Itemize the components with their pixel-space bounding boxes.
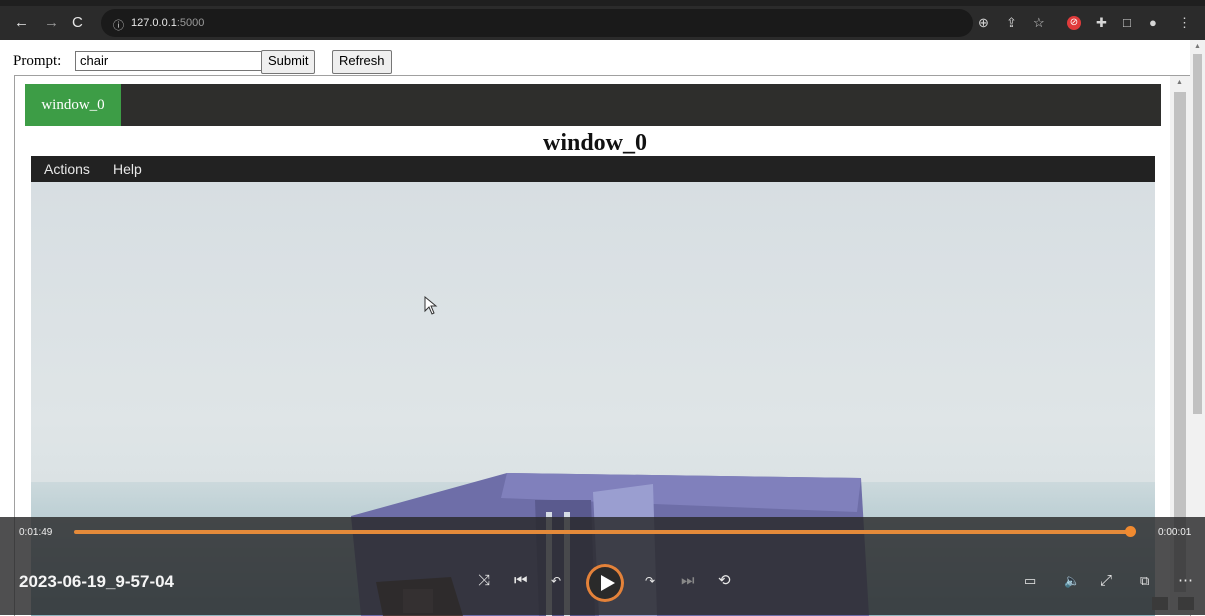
mouse-cursor-icon [424,296,438,315]
more-options-icon[interactable]: ⋯ [1178,572,1193,590]
remaining-time: 0:00:01 [1158,527,1192,538]
zoom-icon[interactable]: ⊕ [978,16,989,30]
media-file-name: 2023-06-19_9-57-04 [19,572,175,591]
reload-icon[interactable]: C [72,14,83,32]
seek-handle[interactable] [1125,526,1136,537]
forward-30-icon[interactable]: ↷ [645,572,655,590]
page-scroll-thumb[interactable] [1193,54,1202,414]
elapsed-time: 0:01:49 [19,527,53,538]
back-icon[interactable]: ← [14,14,29,32]
app-menubar: Actions Help [31,156,1155,182]
menu-actions[interactable]: Actions [44,161,90,177]
repeat-off-icon[interactable]: ⟲ [718,572,731,590]
pause-mini-icon [1152,597,1168,610]
fullscreen-icon[interactable]: ⤢ [1100,572,1112,590]
browser-toolbar: ← → C ⓘ 127.0.0.1:5000 ⊕ ⇪ ☆ ⊘ ✚ □ ● ⋮ [0,6,1205,40]
browser-menu-icon[interactable]: ⋮ [1178,16,1191,30]
info-icon[interactable]: ⓘ [113,17,124,33]
window-title: window_0 [542,130,648,156]
window-tab-strip: window_0 [25,84,1161,126]
menu-help[interactable]: Help [113,161,142,177]
forward-icon[interactable]: → [44,14,59,32]
tab-window-0[interactable]: window_0 [25,84,121,126]
play-button[interactable] [586,564,624,602]
volume-icon[interactable]: 🔈 [1064,572,1080,590]
address-bar[interactable] [101,9,973,37]
prompt-label: Prompt: [13,53,62,69]
rewind-10-icon[interactable]: ↶ [551,572,561,590]
page-scroll-up-arrow-icon[interactable]: ▲ [1194,43,1201,50]
extensions-puzzle-icon[interactable]: ✚ [1096,16,1107,30]
submit-button[interactable]: Submit [261,50,316,74]
url-text[interactable]: 127.0.0.1:5000 [131,17,204,29]
shuffle-icon[interactable]: ⤨ [478,572,490,590]
captions-icon[interactable]: ▭ [1024,572,1036,590]
mini-view-icon[interactable]: ⧉ [1140,572,1149,590]
bookmark-star-icon[interactable]: ☆ [1033,16,1045,30]
scroll-up-arrow-icon[interactable]: ▲ [1176,79,1183,86]
refresh-button[interactable]: Refresh [332,50,392,74]
media-player-controls: 0:01:49 0:00:01 2023-06-19_9-57-04 ⤨ ⏮ ↶… [0,517,1205,615]
seek-bar[interactable] [74,530,1130,534]
picture-mini-icon [1178,597,1194,610]
profile-icon[interactable]: ● [1149,16,1157,30]
play-icon [601,575,615,591]
previous-icon[interactable]: ⏮ [514,572,528,590]
blocker-extension-icon[interactable]: ⊘ [1067,16,1081,30]
next-icon[interactable]: ⏭ [681,572,695,590]
side-panel-icon[interactable]: □ [1123,16,1131,30]
prompt-input[interactable]: chair [75,51,267,71]
share-icon[interactable]: ⇪ [1006,16,1017,30]
